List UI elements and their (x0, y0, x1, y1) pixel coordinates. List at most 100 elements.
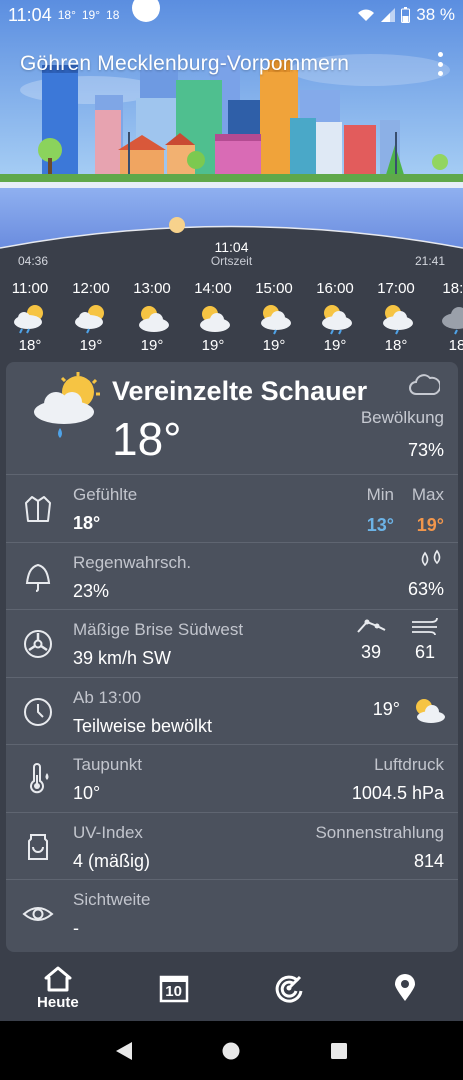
status-bar: 11:04 18° 19° 18 38 % (0, 0, 463, 30)
wind-details: 39 61 (348, 616, 448, 663)
more-dot-icon (437, 71, 443, 76)
dew-point-label: Taupunkt (73, 755, 142, 774)
wind-value: 39 km/h SW (73, 648, 172, 668)
uv-index-label: UV-Index (73, 822, 143, 842)
visibility-row: Sichtweite - (6, 879, 458, 947)
upcoming-condition: Teilweise bewölkt (73, 715, 213, 736)
hour-time: 18:0 (442, 280, 463, 297)
nav-forecast[interactable]: 10 (116, 955, 232, 1021)
sunrise-time: 04:36 (18, 254, 49, 268)
cloud-cover-value: 73% (407, 440, 444, 460)
sun-cloud-rain-icon (322, 305, 352, 335)
upcoming-temp: 19° (372, 699, 400, 719)
clock-icon (24, 697, 52, 726)
status-temp-c: 18 (106, 8, 120, 22)
min-temp: 13° (366, 515, 394, 535)
feels-like-row: Gefühlte 18° Min Max 13° 19° (6, 474, 458, 542)
current-weather-card: Vereinzelte Schauer 18° Bewölkung 73% Ge… (6, 362, 458, 952)
condition-text: Vereinzelte Schauer (112, 376, 368, 406)
upcoming-label: Ab 13:00 (73, 687, 142, 707)
home-button-icon[interactable] (221, 1041, 241, 1061)
more-dot-icon (437, 52, 443, 57)
status-temp-b: 19° (81, 8, 101, 22)
hour-item[interactable]: 13:00 19° (124, 280, 180, 354)
hour-temp: 19° (79, 337, 103, 354)
nav-today-label: Heute (37, 993, 79, 1011)
max-temp: 19° (416, 515, 444, 535)
dew-point-value: 10° (73, 783, 101, 803)
raindrops-icon (421, 549, 441, 566)
back-icon[interactable] (114, 1040, 134, 1062)
location-pin-icon (395, 974, 416, 1001)
uv-index-row: UV-Index 4 (mäßig) Sonnenstrahlung 814 (6, 811, 458, 880)
sun-cloud-icon (416, 698, 445, 723)
hour-time: 13:00 (133, 280, 171, 297)
pressure-label: Luftdruck (374, 755, 444, 774)
feels-like-value: 18° (73, 513, 101, 533)
wind-speed-value: 39 (360, 642, 382, 662)
hourly-forecast[interactable]: 11:00 18° 12:00 19° 13:00 19° 14:00 19° … (0, 280, 463, 360)
hour-item[interactable]: 15:00 19° (246, 280, 302, 354)
hour-time: 11:00 (11, 280, 49, 297)
hour-item[interactable]: 16:00 19° (307, 280, 363, 354)
wind-gust-icon (412, 617, 438, 636)
status-temp-a: 18° (57, 8, 76, 22)
hour-item[interactable]: 14:00 19° (185, 280, 241, 354)
sun-cloud-rain-icon (34, 372, 100, 438)
wind-gust-value: 61 (414, 642, 436, 662)
cloud-icon (409, 374, 440, 395)
hour-temp: 18° (18, 337, 42, 354)
sun-cloud-rain-icon (75, 305, 104, 334)
min-max-temps: Min Max 13° 19° (348, 485, 444, 536)
sun-position-icon (169, 217, 185, 233)
wind-label: Mäßige Brise Südwest (73, 620, 244, 639)
more-options-button[interactable] (435, 52, 445, 76)
upcoming-row: Ab 13:00 Teilweise bewölkt 19° (6, 676, 458, 745)
thermometer-icon (30, 763, 49, 794)
calendar-day: 10 (165, 983, 182, 1000)
hour-item[interactable]: 18:0 18 (429, 280, 463, 354)
nav-locations[interactable] (347, 955, 463, 1021)
rain-probability-value: 23% (73, 580, 110, 601)
location-title[interactable]: Göhren Mecklenburg-Vorpommern (20, 52, 349, 76)
visibility-label: Sichtweite (73, 890, 151, 909)
cloud-rain-icon (442, 307, 463, 335)
nav-today[interactable]: Heute (0, 955, 116, 1021)
solar-radiation-label: Sonnenstrahlung (315, 822, 444, 842)
home-icon (44, 966, 72, 991)
precipitation-value: 63% (407, 578, 444, 599)
umbrella-icon (25, 563, 51, 592)
hour-time: 12:00 (72, 280, 110, 297)
local-time-label: Ortszeit (210, 254, 253, 268)
hour-item[interactable]: 11:00 18° (2, 280, 58, 354)
more-dot-icon (437, 61, 443, 67)
uv-index-value: 4 (mäßig) (73, 850, 151, 871)
current-temperature: 18° (112, 413, 182, 465)
bottom-navigation: Heute 10 (0, 955, 463, 1021)
hero-scene: 11:04 18° 19° 18 38 % Göhren Mecklenburg… (0, 0, 463, 270)
solar-radiation-value: 814 (413, 850, 444, 871)
hour-item[interactable]: 12:00 19° (63, 280, 119, 354)
sun-cloud-icon (200, 306, 230, 332)
recents-icon[interactable] (329, 1041, 349, 1061)
local-time: 11:04 (214, 239, 249, 255)
pressure-value: 1004.5 hPa (351, 783, 444, 803)
system-navigation-bar (0, 1021, 463, 1080)
hour-temp: 19° (201, 337, 225, 354)
hour-item[interactable]: 17:00 18° (368, 280, 424, 354)
sunscreen-icon (28, 833, 48, 860)
battery-icon (401, 7, 411, 23)
min-label: Min (366, 485, 394, 504)
wind-row: Mäßige Brise Südwest 39 km/h SW 39 61 (6, 609, 458, 677)
hour-temp: 18 (448, 337, 463, 354)
nav-radar[interactable] (232, 955, 348, 1021)
status-time: 11:04 (8, 4, 52, 25)
precipitation-amount: 63% (408, 549, 444, 600)
hour-temp: 18° (384, 337, 408, 354)
hour-temp: 19° (140, 337, 164, 354)
rain-probability-row: Regenwahrsch. 23% 63% (6, 541, 458, 610)
hour-temp: 19° (323, 337, 347, 354)
sun-cloud-rain-icon (261, 305, 291, 335)
wind-direction-icon (24, 630, 52, 658)
current-summary: Vereinzelte Schauer 18° Bewölkung 73% (6, 362, 458, 474)
